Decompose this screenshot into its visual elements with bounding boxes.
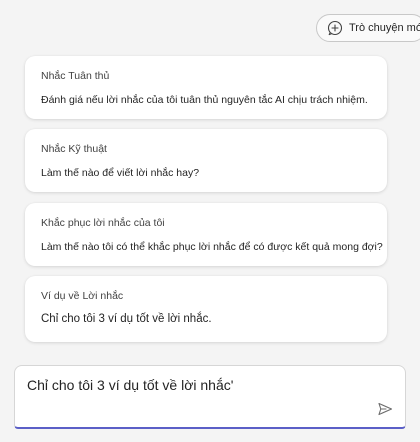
prompt-card-compliance[interactable]: Nhắc Tuân thủ Đánh giá nếu lời nhắc của … (25, 56, 387, 119)
new-chat-button[interactable]: Trò chuyện mới (316, 14, 420, 42)
new-chat-label: Trò chuyện mới (349, 22, 420, 34)
prompt-card-description: Đánh giá nếu lời nhắc của tôi tuân thủ n… (41, 94, 368, 106)
composer-input[interactable]: Chỉ cho tôi 3 ví dụ tốt về lời nhắc' (27, 377, 233, 393)
chat-composer[interactable]: Chỉ cho tôi 3 ví dụ tốt về lời nhắc' (14, 365, 406, 429)
prompt-card-title: Khắc phục lời nhắc của tôi (41, 217, 165, 229)
prompt-card-title: Nhắc Kỹ thuật (41, 143, 107, 155)
prompt-card-description: Chỉ cho tôi 3 ví dụ tốt về lời nhắc. (41, 313, 212, 325)
chat-add-icon (327, 20, 343, 36)
prompt-card-description: Làm thế nào để viết lời nhắc hay? (41, 167, 200, 179)
prompt-card-description: Làm thế nào tôi có thể khắc phục lời nhắ… (41, 241, 383, 253)
prompt-card-examples[interactable]: Ví dụ về Lời nhắc Chỉ cho tôi 3 ví dụ tố… (25, 276, 387, 342)
send-icon[interactable] (377, 401, 393, 417)
prompt-card-title: Nhắc Tuân thủ (41, 70, 110, 82)
prompt-card-title: Ví dụ về Lời nhắc (41, 290, 124, 302)
prompt-card-fix-prompt[interactable]: Khắc phục lời nhắc của tôi Làm thế nào t… (25, 203, 387, 266)
prompt-card-technique[interactable]: Nhắc Kỹ thuật Làm thế nào để viết lời nh… (25, 129, 387, 192)
